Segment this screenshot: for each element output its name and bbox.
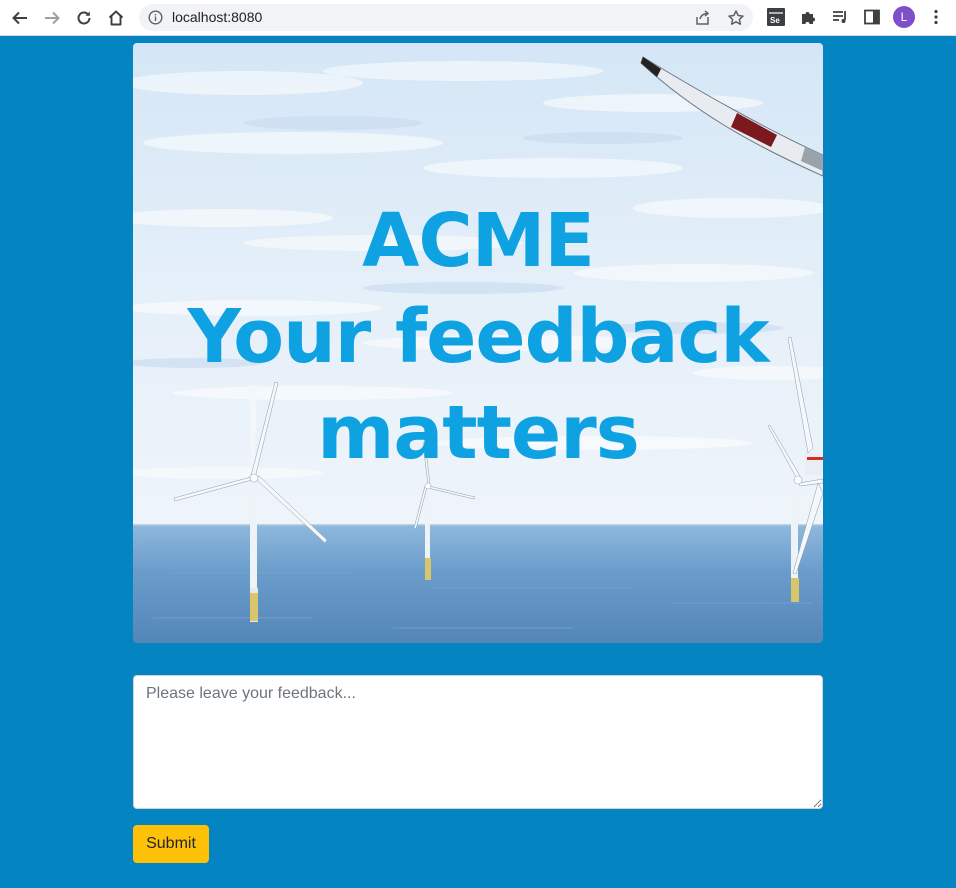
- reload-icon[interactable]: [73, 7, 95, 29]
- feedback-textarea[interactable]: [133, 675, 823, 809]
- hero-banner: ACME Your feedback matters: [133, 43, 823, 643]
- avatar[interactable]: L: [893, 6, 915, 28]
- site-info-icon[interactable]: [148, 10, 163, 25]
- url-text[interactable]: localhost:8080: [172, 9, 262, 26]
- browser-toolbar: localhost:8080 Se L: [0, 0, 956, 36]
- side-panel-icon[interactable]: [863, 8, 881, 26]
- menu-kebab-icon[interactable]: [927, 8, 945, 26]
- extensions-puzzle-icon[interactable]: [799, 8, 817, 26]
- media-queue-icon[interactable]: [831, 8, 849, 26]
- address-bar[interactable]: localhost:8080: [139, 4, 753, 31]
- selenium-extension-icon[interactable]: Se: [767, 8, 785, 26]
- bookmark-star-icon[interactable]: [727, 9, 745, 27]
- forward-icon[interactable]: [41, 7, 63, 29]
- hero-line-tagline-end: matters: [317, 390, 640, 476]
- home-icon[interactable]: [105, 7, 127, 29]
- hero-line-brand: ACME: [362, 198, 595, 284]
- back-icon[interactable]: [9, 7, 31, 29]
- svg-text:Se: Se: [770, 16, 780, 25]
- submit-button[interactable]: Submit: [133, 825, 209, 863]
- hero-heading: ACME Your feedback matters: [133, 193, 823, 481]
- share-icon[interactable]: [694, 9, 712, 27]
- hero-line-tagline: Your feedback: [187, 294, 769, 380]
